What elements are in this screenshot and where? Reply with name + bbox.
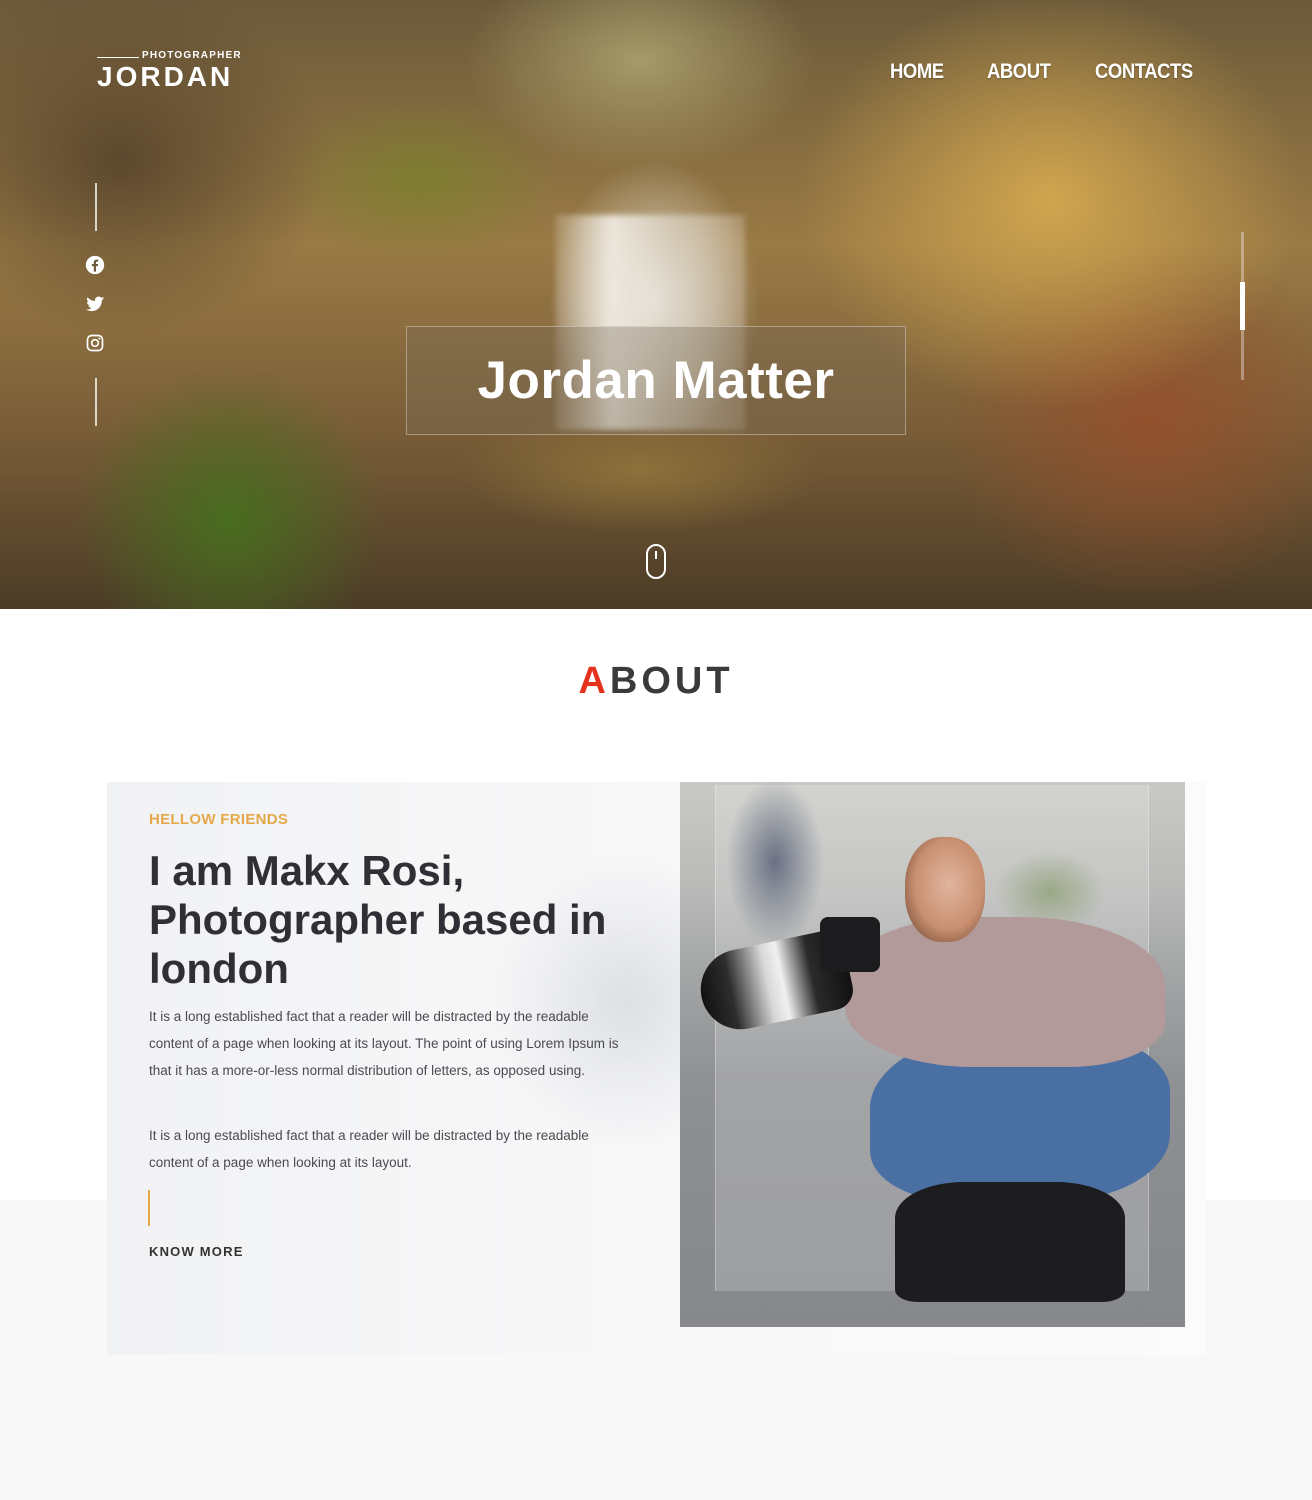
nav-home[interactable]: HOME (890, 60, 944, 84)
twitter-icon[interactable] (85, 294, 105, 314)
slider-thumb[interactable] (1240, 282, 1245, 330)
photographer-photo (680, 782, 1185, 1327)
about-eyebrow: HELLOW FRIENDS (149, 811, 289, 828)
hero-section: PHOTOGRAPHER JORDAN HOME ABOUT CONTACTS … (0, 0, 1312, 609)
about-headline: I am Makx Rosi, Photographer based in lo… (149, 847, 607, 992)
brand-tag: PHOTOGRAPHER (142, 50, 242, 61)
brand-name: JORDAN (97, 61, 234, 92)
social-divider-top (95, 183, 97, 231)
about-paragraph-2: It is a long established fact that a rea… (149, 1128, 589, 1170)
photo-jacket (845, 917, 1165, 1067)
photo-boots (895, 1182, 1125, 1302)
nav-contacts[interactable]: CONTACTS (1095, 60, 1193, 84)
know-more-link[interactable]: KNOW MORE (149, 1244, 244, 1259)
photo-head (905, 837, 985, 942)
nav-about[interactable]: ABOUT (987, 60, 1051, 84)
about-title-rest: BOUT (609, 660, 734, 702)
facebook-icon[interactable] (85, 255, 105, 275)
accent-bar (148, 1190, 150, 1226)
about-paragraph-1: It is a long established fact that a rea… (149, 1009, 619, 1078)
hero-title-box: Jordan Matter (406, 326, 906, 435)
hero-title: Jordan Matter (477, 351, 835, 410)
photo-camera-body (820, 917, 880, 972)
main-nav: HOME ABOUT CONTACTS (890, 60, 1206, 84)
brand-logo[interactable]: PHOTOGRAPHER JORDAN (97, 50, 242, 92)
about-section-title: ABOUT (0, 660, 1312, 703)
about-title-first-letter: A (578, 660, 610, 702)
brand-line (97, 57, 139, 58)
mouse-wheel (655, 551, 657, 559)
social-divider-bottom (95, 378, 97, 426)
mouse-scroll-icon[interactable] (646, 544, 666, 579)
instagram-icon[interactable] (85, 333, 105, 353)
